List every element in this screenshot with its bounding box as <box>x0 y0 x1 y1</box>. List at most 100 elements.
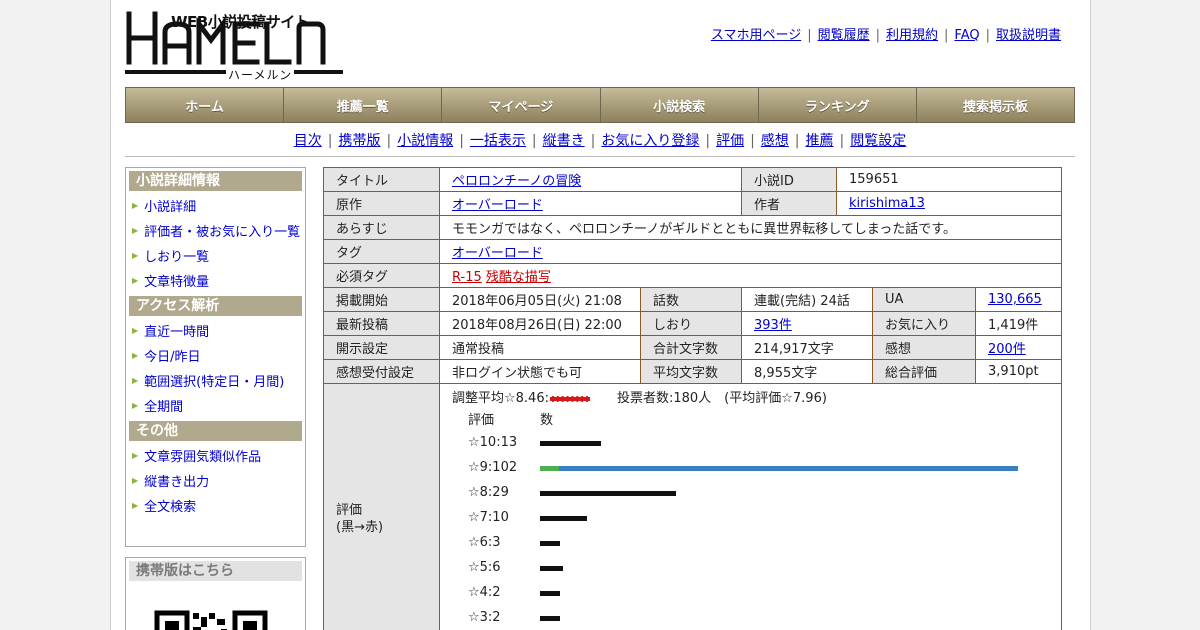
sidebar-heading-other: その他 <box>129 421 302 441</box>
subnav-recommend[interactable]: 推薦 <box>806 133 834 149</box>
sidebar-item-label: 文章雰囲気類似作品 <box>144 450 262 465</box>
review-accept: 非ログイン状態でも可 <box>439 359 641 384</box>
link-manual[interactable]: 取扱説明書 <box>996 28 1061 43</box>
separator: | <box>944 28 949 43</box>
reviews-link[interactable]: 200件 <box>988 342 1026 357</box>
novel-title-link[interactable]: ペロロンチーノの冒険 <box>452 174 581 189</box>
bullet-icon: ▶ <box>132 276 139 285</box>
tag-cruel-link[interactable]: 残酷な描写 <box>486 270 551 285</box>
author-link[interactable]: kirishima13 <box>849 196 925 211</box>
subnav-bulk[interactable]: 一括表示 <box>470 133 526 149</box>
sidebar-item-raters[interactable]: ▶ 評価者・被お気に入り一覧 <box>126 218 305 243</box>
adjusted-average-text: 調整平均☆8.46: <box>452 391 549 406</box>
nav-mypage[interactable]: マイページ <box>442 88 601 122</box>
hist-bar <box>540 516 587 521</box>
sidebar-item-vertical-output[interactable]: ▶ 縦書き出力 <box>126 468 305 493</box>
subnav-info[interactable]: 小説情報 <box>397 133 453 149</box>
table-row: 必須タグ R-15 残酷な描写 <box>323 263 1063 288</box>
qr-code-icon[interactable] <box>135 593 273 630</box>
main-nav: ホーム 推薦一覧 マイページ 小説検索 ランキング 捜索掲示板 <box>125 87 1075 123</box>
title-label: タイトル <box>323 167 440 192</box>
subnav-settings[interactable]: 閲覧設定 <box>850 133 906 149</box>
table-row: タグ オーバーロード <box>323 239 1063 264</box>
nav-recommend[interactable]: 推薦一覧 <box>284 88 443 122</box>
sidebar-item-all-time[interactable]: ▶ 全期間 <box>126 393 305 418</box>
nav-ranking[interactable]: ランキング <box>758 88 917 122</box>
hist-row: ☆9:102 <box>441 455 1040 480</box>
sidebar-item-today[interactable]: ▶ 今日/昨日 <box>126 343 305 368</box>
bullet-icon: ▶ <box>132 201 139 210</box>
sidebar-heading-detail: 小説詳細情報 <box>129 171 302 191</box>
hist-row: ☆6:3 <box>441 530 1040 555</box>
hist-row: ☆5:6 <box>441 555 1040 580</box>
original-label: 原作 <box>323 191 440 216</box>
ua-link[interactable]: 130,665 <box>988 292 1042 307</box>
total-chars: 214,917文字 <box>741 335 874 360</box>
adjusted-average: 調整平均☆8.46: 投票者数:180人 (平均評価☆7.96) <box>452 387 827 406</box>
start-date: 2018年06月05日(火) 21:08 <box>439 287 641 312</box>
sidebar-item-label: 今日/昨日 <box>144 350 201 365</box>
subnav-favorite[interactable]: お気に入り登録 <box>601 133 699 149</box>
novel-info-table: タイトル ペロロンチーノの冒険 小説ID 159651 原作 オーバーロード 作… <box>323 167 1063 630</box>
hist-row: ☆4:2 <box>441 580 1040 605</box>
hist-bar <box>540 566 563 571</box>
latest-date: 2018年08月26日(日) 22:00 <box>439 311 641 336</box>
bookmark-link[interactable]: 393件 <box>754 318 792 333</box>
separator: | <box>750 133 755 149</box>
tag-link[interactable]: オーバーロード <box>452 246 543 261</box>
subnav-toc[interactable]: 目次 <box>294 133 322 149</box>
nav-board[interactable]: 捜索掲示板 <box>916 88 1075 122</box>
episodes-label: 話数 <box>639 287 743 312</box>
hist-row-label: ☆8:29 <box>468 485 509 500</box>
start-label: 掲載開始 <box>323 287 440 312</box>
review-accept-label: 感想受付設定 <box>323 359 440 384</box>
sidebar-item-label: 評価者・被お気に入り一覧 <box>144 225 301 240</box>
table-row: 評価 (黒→赤) 調整平均☆8.46: 投票者数:180人 (平均評価☆7.96) … <box>323 383 1063 630</box>
separator: | <box>985 28 990 43</box>
subnav-vertical[interactable]: 縦書き <box>543 133 585 149</box>
tags-label: タグ <box>323 239 440 264</box>
sidebar-item-label: 小説詳細 <box>144 200 197 215</box>
avg-chars-label: 平均文字数 <box>639 359 743 384</box>
hist-row-label: ☆9:102 <box>468 460 518 475</box>
sidebar-item-range[interactable]: ▶ 範囲選択(特定日・月間) <box>126 368 305 393</box>
bullet-icon: ▶ <box>132 376 139 385</box>
tag-r15-link[interactable]: R-15 <box>452 270 482 285</box>
hist-bar <box>540 441 601 446</box>
logo-kana: ハーメルン <box>226 66 295 83</box>
subnav-rating[interactable]: 評価 <box>716 133 744 149</box>
mobile-qr-box: 携帯版はこちら <box>125 557 306 630</box>
separator: | <box>807 28 812 43</box>
sidebar-item-last-hour[interactable]: ▶ 直近一時間 <box>126 318 305 343</box>
original-link[interactable]: オーバーロード <box>452 198 543 213</box>
latest-label: 最新投稿 <box>323 311 440 336</box>
nav-home[interactable]: ホーム <box>126 88 285 122</box>
table-row: 開示設定 通常投稿 合計文字数 214,917文字 感想 200件 <box>323 335 1063 360</box>
nav-search[interactable]: 小説検索 <box>600 88 759 122</box>
sidebar-heading-access: アクセス解析 <box>129 296 302 316</box>
sidebar-item-label: 直近一時間 <box>144 325 210 340</box>
sidebar-item-bookmarks[interactable]: ▶ しおり一覧 <box>126 243 305 268</box>
link-faq[interactable]: FAQ <box>954 28 979 43</box>
table-row: タイトル ペロロンチーノの冒険 小説ID 159651 <box>323 167 1063 192</box>
subnav-review[interactable]: 感想 <box>761 133 789 149</box>
link-history[interactable]: 閲覧履歴 <box>818 28 870 43</box>
sidebar-item-similar[interactable]: ▶ 文章雰囲気類似作品 <box>126 443 305 468</box>
separator: | <box>327 133 333 149</box>
bullet-icon: ▶ <box>132 351 139 360</box>
logo-tagline: WEB小説投稿サイト <box>171 13 310 31</box>
link-smartphone[interactable]: スマホ用ページ <box>711 28 801 43</box>
link-terms[interactable]: 利用規約 <box>886 28 938 43</box>
favorites: 1,419件 <box>975 311 1063 336</box>
sidebar-item-features[interactable]: ▶ 文章特徴量 <box>126 268 305 293</box>
overall-rating: 3,910pt <box>975 359 1063 384</box>
sidebar-item-fulltext[interactable]: ▶ 全文検索 <box>126 493 305 518</box>
subnav-mobile[interactable]: 携帯版 <box>338 133 380 149</box>
bullet-icon: ▶ <box>132 326 139 335</box>
site-logo[interactable]: WEB小説投稿サイト ハーメルン <box>125 9 347 83</box>
hist-row-label: ☆3:2 <box>468 610 501 625</box>
sidebar-item-detail[interactable]: ▶ 小説詳細 <box>126 193 305 218</box>
rating-label: 評価 (黒→赤) <box>323 383 440 630</box>
hist-row: ☆3:2 <box>441 605 1040 630</box>
hist-row: ☆10:13 <box>441 430 1040 455</box>
